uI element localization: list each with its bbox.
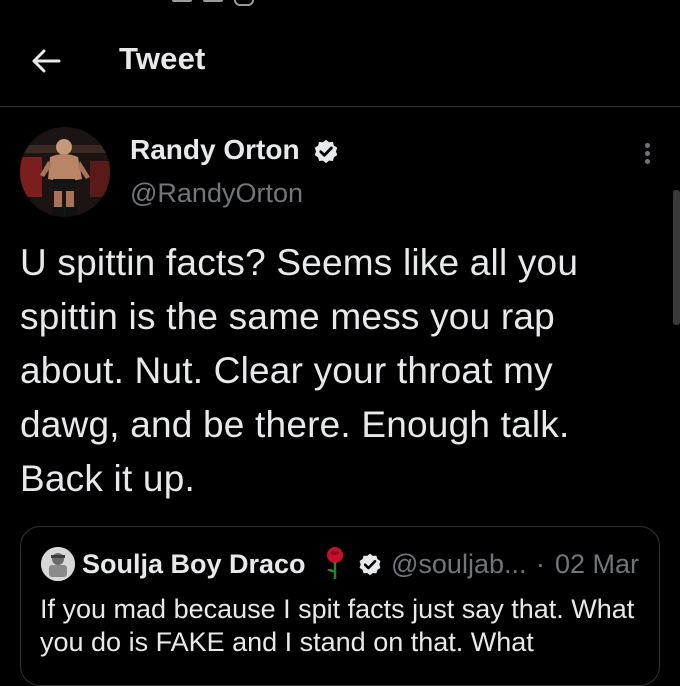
verified-badge-icon xyxy=(359,553,381,576)
quoted-tweet-text: If you mad because I spit facts just say… xyxy=(40,594,635,657)
arrow-left-icon xyxy=(32,49,61,73)
quoted-tweet-date: 02 Mar xyxy=(555,549,640,579)
rose-emoji-icon xyxy=(327,547,343,579)
more-vertical-icon-dot xyxy=(645,151,650,156)
tweet-text: U spittin facts? Seems like all you spit… xyxy=(20,242,579,499)
quoted-author-handle: @souljab... xyxy=(391,549,527,579)
back-button[interactable] xyxy=(28,44,64,78)
avatar-image xyxy=(20,127,110,217)
quoted-author-avatar xyxy=(41,547,75,581)
quoted-tweet[interactable]: Soulja Boy Draco @souljab... · 02 Mar If… xyxy=(20,526,660,686)
page-title: Tweet xyxy=(119,41,206,76)
more-options-button[interactable] xyxy=(636,140,658,168)
author-name[interactable]: Randy Orton xyxy=(130,134,300,166)
more-vertical-icon-dot xyxy=(645,159,650,164)
scrollbar[interactable] xyxy=(673,190,680,325)
dot-separator: · xyxy=(536,549,545,579)
author-handle[interactable]: @RandyOrton xyxy=(130,178,303,209)
more-vertical-icon xyxy=(645,143,650,148)
quoted-avatar-image xyxy=(41,547,75,581)
quoted-author-name: Soulja Boy Draco xyxy=(82,549,306,579)
author-avatar[interactable] xyxy=(20,127,110,217)
verified-badge-icon xyxy=(314,139,338,164)
top-app-bar: Tweet xyxy=(0,0,680,107)
